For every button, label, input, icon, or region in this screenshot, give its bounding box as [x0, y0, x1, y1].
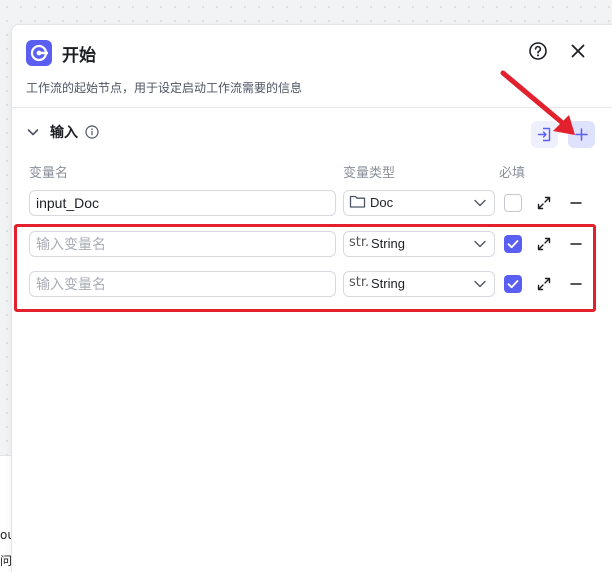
- input-section-header: 输入: [12, 121, 612, 145]
- check-icon: [507, 240, 519, 249]
- section-title: 输入: [50, 125, 78, 141]
- required-checkbox[interactable]: [504, 275, 522, 293]
- minus-icon: [570, 243, 582, 245]
- variable-type-label: String: [371, 236, 405, 251]
- chevron-down-icon[interactable]: [25, 124, 41, 140]
- variable-type-label: Doc: [370, 195, 394, 210]
- column-header-type: 变量类型: [343, 166, 396, 181]
- variable-name-input[interactable]: [29, 190, 336, 216]
- variable-type-select[interactable]: str. String: [343, 231, 495, 257]
- expand-icon[interactable]: [536, 236, 552, 252]
- remove-variable-button[interactable]: [568, 236, 584, 252]
- variable-type-label: String: [371, 276, 405, 291]
- string-type-icon: str.: [349, 275, 370, 290]
- variable-name-input[interactable]: [29, 231, 336, 257]
- variable-type-select[interactable]: Doc: [343, 190, 495, 216]
- variable-name-input[interactable]: [29, 271, 336, 297]
- minus-icon: [570, 202, 582, 204]
- variable-row: Doc: [12, 190, 612, 218]
- question-circle-icon[interactable]: [528, 41, 548, 61]
- play-node-icon: [26, 40, 52, 66]
- import-button[interactable]: [531, 121, 558, 148]
- string-type-icon: str.: [349, 235, 370, 250]
- variable-row: str. String: [12, 231, 612, 259]
- add-variable-button[interactable]: [568, 121, 595, 148]
- panel-title: 开始: [62, 46, 96, 66]
- expand-icon[interactable]: [536, 195, 552, 211]
- required-checkbox[interactable]: [504, 194, 522, 212]
- panel-header: 开始 工作流的起始节点，用于设定启动工作流需要的信息: [12, 25, 612, 108]
- variable-row: str. String: [12, 271, 612, 299]
- chevron-down-icon: [474, 240, 486, 248]
- start-node-panel: 开始 工作流的起始节点，用于设定启动工作流需要的信息 输入 变量名 变量类型 必…: [11, 24, 612, 572]
- plus-icon: [575, 128, 588, 141]
- minus-icon: [570, 283, 582, 285]
- variable-type-select[interactable]: str. String: [343, 271, 495, 297]
- check-icon: [507, 280, 519, 289]
- import-icon: [537, 127, 551, 142]
- expand-icon[interactable]: [536, 276, 552, 292]
- close-icon[interactable]: [568, 41, 588, 61]
- required-checkbox[interactable]: [504, 235, 522, 253]
- chevron-down-icon: [474, 199, 486, 207]
- remove-variable-button[interactable]: [568, 195, 584, 211]
- column-header-required: 必填: [499, 166, 526, 181]
- info-circle-icon[interactable]: [85, 124, 99, 139]
- chevron-down-icon: [474, 280, 486, 288]
- folder-icon: [349, 194, 366, 213]
- remove-variable-button[interactable]: [568, 276, 584, 292]
- column-header-name: 变量名: [29, 166, 69, 181]
- panel-description: 工作流的起始节点，用于设定启动工作流需要的信息: [26, 81, 303, 95]
